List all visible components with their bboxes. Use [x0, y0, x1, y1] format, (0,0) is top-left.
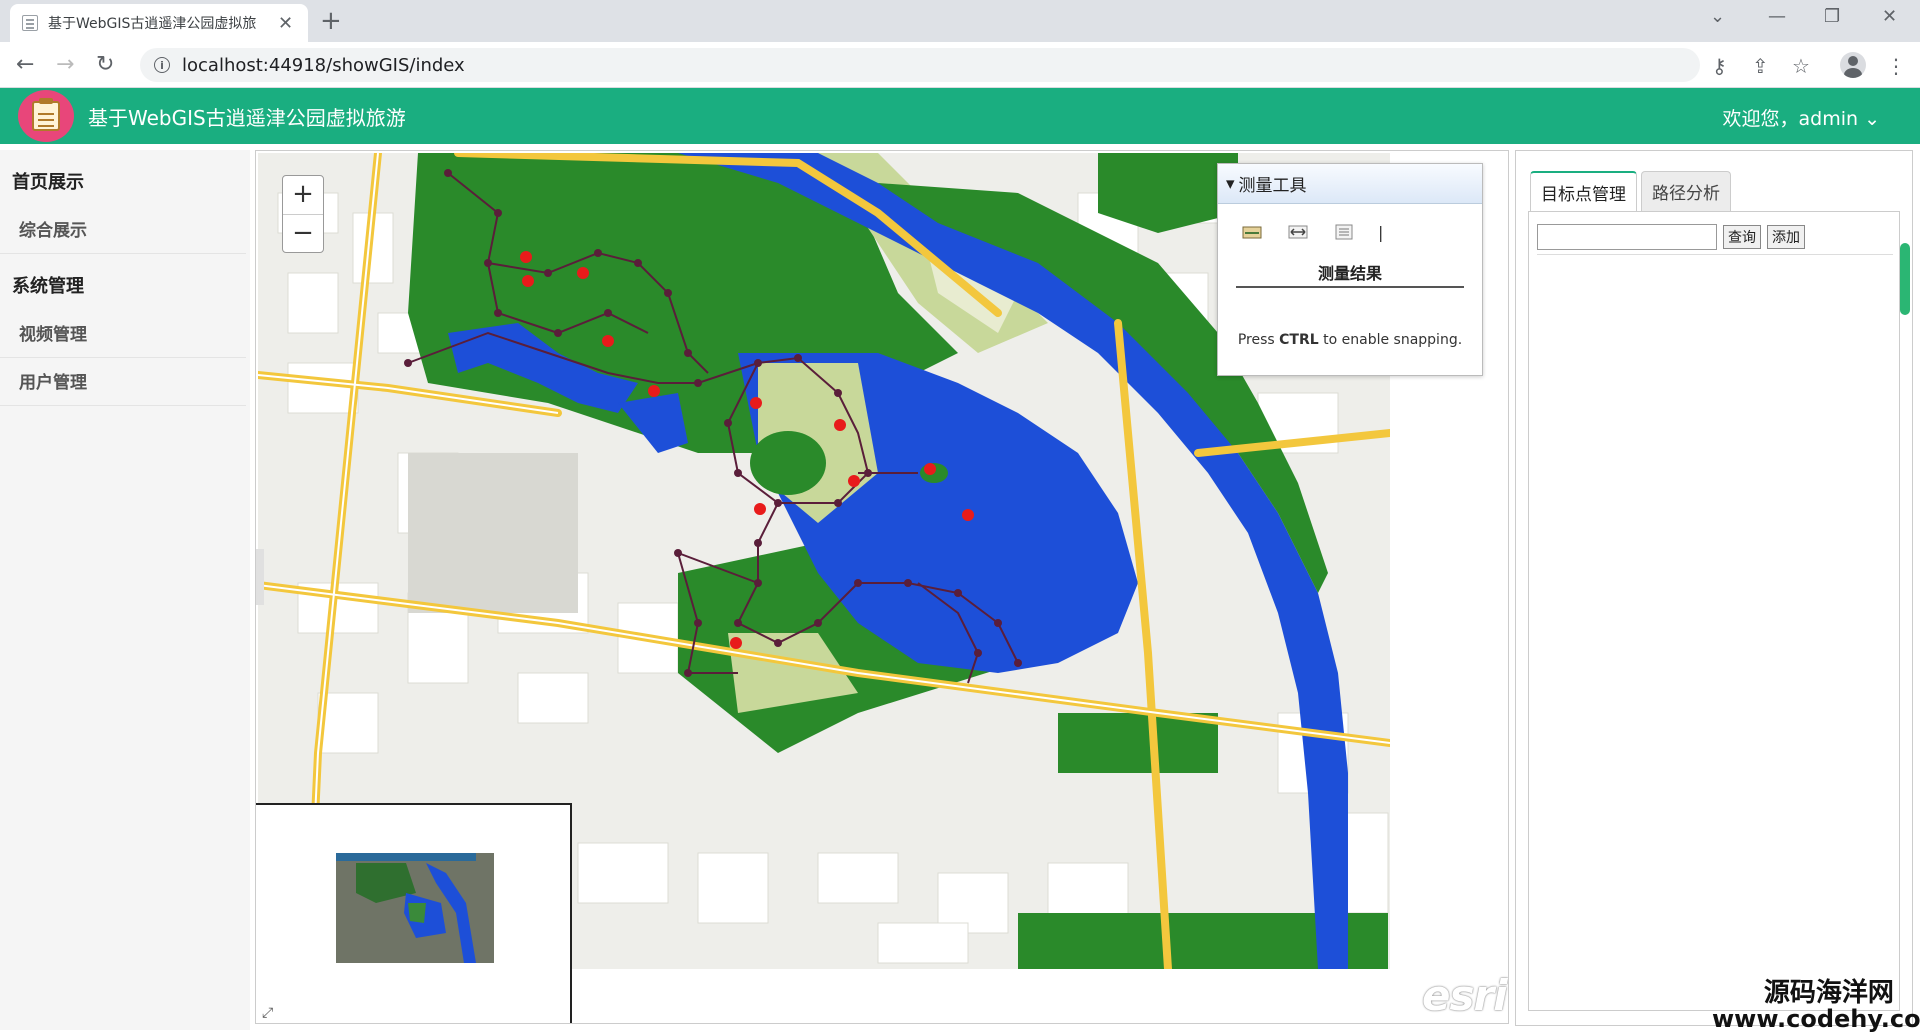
restore-icon[interactable]: ❐: [1824, 6, 1840, 27]
watermark-line1: 源码海洋网: [1763, 978, 1894, 1008]
address-bar[interactable]: i localhost:44918/showGIS/index: [140, 48, 1700, 82]
right-panel: 目标点管理 路径分析 查询 添加: [1515, 150, 1913, 1026]
sidebar-item-overview[interactable]: 综合展示: [0, 206, 246, 254]
area-measure-icon[interactable]: [1240, 222, 1264, 242]
sidebar-item-users[interactable]: 用户管理: [0, 358, 246, 406]
tab-content: 查询 添加: [1528, 211, 1900, 1011]
tab-path-analysis[interactable]: 路径分析: [1641, 171, 1731, 211]
measure-widget-title: 测量工具: [1238, 176, 1307, 196]
sidebar-group-home[interactable]: 首页展示: [0, 150, 250, 206]
app-logo: [18, 90, 74, 142]
browser-tab-title: 基于WebGIS古逍遥津公园虚拟旅: [48, 16, 257, 32]
new-tab-icon[interactable]: +: [320, 6, 342, 36]
close-window-icon[interactable]: ✕: [1882, 6, 1897, 27]
close-tab-icon[interactable]: ✕: [278, 13, 293, 34]
scrollbar[interactable]: [1900, 243, 1910, 315]
search-input[interactable]: [1537, 224, 1717, 250]
user-greeting: 欢迎您，admin: [1722, 108, 1859, 130]
back-icon[interactable]: ←: [16, 52, 34, 77]
browser-tab-bar: 基于WebGIS古逍遥津公园虚拟旅 ✕ + ⌄ — ❐ ✕: [0, 0, 1920, 42]
snapping-tip-key: CTRL: [1279, 332, 1319, 348]
overview-map[interactable]: ⤢: [256, 803, 572, 1023]
forward-icon[interactable]: →: [56, 52, 74, 77]
tab-target-point-management[interactable]: 目标点管理: [1530, 171, 1637, 211]
map-panel: + − ⤢ esri ▾ 测量工具 | 测量结果 Press CTRL to e…: [255, 150, 1509, 1024]
key-icon[interactable]: ⚷: [1712, 54, 1727, 78]
caret-down-icon: ▾: [1226, 173, 1235, 194]
chevron-down-icon: ⌄: [1858, 108, 1880, 130]
minimize-icon[interactable]: —: [1768, 6, 1786, 27]
watermark: 源码海洋网 www.codehy.com: [1712, 972, 1920, 1033]
snapping-tip-prefix: Press: [1237, 332, 1280, 348]
measure-toolbar: |: [1218, 204, 1482, 242]
measure-widget-header[interactable]: ▾ 测量工具: [1218, 164, 1482, 204]
sidebar-item-video[interactable]: 视频管理: [0, 310, 246, 358]
bookmark-star-icon[interactable]: ☆: [1792, 54, 1810, 78]
search-row: 查询 添加: [1537, 224, 1893, 255]
add-button[interactable]: 添加: [1767, 225, 1805, 249]
app-title: 基于WebGIS古逍遥津公园虚拟旅游: [88, 105, 406, 130]
app-header: 基于WebGIS古逍遥津公园虚拟旅游 欢迎您，admin ⌄: [0, 88, 1920, 144]
share-icon[interactable]: ⇪: [1752, 54, 1769, 78]
unit-separator: |: [1378, 222, 1384, 242]
right-panel-tabs: 目标点管理 路径分析: [1530, 171, 1735, 211]
user-menu[interactable]: 欢迎您，admin ⌄: [1722, 104, 1880, 131]
esri-logo: esri: [1422, 971, 1508, 1020]
zoom-control: + −: [282, 175, 324, 253]
watermark-line2: www.codehy.com: [1712, 1005, 1920, 1033]
tab-search-chevron-icon[interactable]: ⌄: [1710, 6, 1725, 27]
zoom-in-button[interactable]: +: [283, 176, 323, 214]
zoom-out-button[interactable]: −: [283, 214, 323, 252]
measure-widget: ▾ 测量工具 | 测量结果 Press CTRL to enable snapp…: [1217, 163, 1483, 376]
query-button[interactable]: 查询: [1723, 225, 1761, 249]
snapping-tip: Press CTRL to enable snapping.: [1218, 332, 1482, 348]
url-text: localhost:44918/showGIS/index: [182, 54, 465, 76]
sidebar: 首页展示 综合展示 系统管理 视频管理 用户管理: [0, 150, 250, 1030]
left-panel-collapse-handle[interactable]: [256, 549, 264, 605]
browser-tab[interactable]: 基于WebGIS古逍遥津公园虚拟旅 ✕: [10, 4, 308, 42]
clipboard-icon: [32, 98, 60, 131]
snapping-tip-suffix: to enable snapping.: [1318, 332, 1463, 348]
browser-menu-icon[interactable]: ⋮: [1886, 54, 1906, 78]
browser-toolbar: ← → ↻ i localhost:44918/showGIS/index ⚷ …: [0, 42, 1920, 88]
location-measure-icon[interactable]: [1332, 222, 1356, 242]
profile-avatar[interactable]: [1840, 52, 1866, 78]
sidebar-group-system[interactable]: 系统管理: [0, 254, 250, 310]
distance-measure-icon[interactable]: [1286, 222, 1310, 242]
expand-overview-icon[interactable]: ⤢: [262, 1005, 273, 1021]
reload-icon[interactable]: ↻: [96, 52, 114, 77]
site-info-icon[interactable]: i: [154, 57, 170, 73]
page-favicon-icon: [22, 15, 38, 31]
overview-thumbnail: [336, 853, 494, 963]
measure-result-label: 测量结果: [1236, 260, 1464, 288]
